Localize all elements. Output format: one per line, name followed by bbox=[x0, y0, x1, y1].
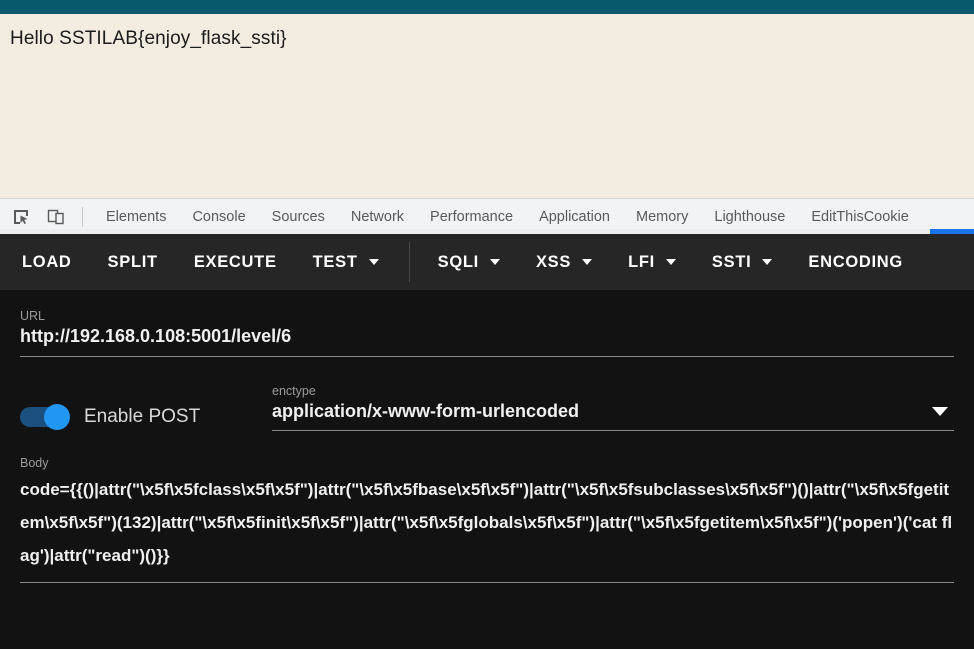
menu-item-label: LOAD bbox=[22, 252, 72, 271]
url-field[interactable]: URL http://192.168.0.108:5001/level/6 bbox=[20, 309, 954, 357]
menu-item-label: SQLI bbox=[437, 252, 479, 271]
menu-item-lfi[interactable]: LFI bbox=[628, 234, 676, 290]
menu-item-sqli[interactable]: SQLI bbox=[438, 234, 500, 290]
menu-item-label: SSTI bbox=[711, 252, 752, 271]
menu-item-execute[interactable]: EXECUTE bbox=[194, 234, 277, 290]
menu-item-label: SPLIT bbox=[107, 252, 158, 271]
menu-item-test[interactable]: TEST bbox=[313, 234, 379, 290]
device-toolbar-icon[interactable] bbox=[42, 203, 70, 231]
chevron-down-icon bbox=[368, 259, 379, 265]
extension-form: URL http://192.168.0.108:5001/level/6 En… bbox=[0, 309, 974, 583]
body-label: Body bbox=[20, 456, 49, 470]
body-textarea[interactable]: code={{()|attr("\x5f\x5fclass\x5f\x5f")|… bbox=[20, 473, 954, 572]
menu-item-split[interactable]: SPLIT bbox=[108, 234, 158, 290]
menu-item-label: TEST bbox=[312, 252, 358, 271]
url-label: URL bbox=[20, 309, 46, 323]
enctype-label: enctype bbox=[272, 384, 316, 398]
chevron-down-icon bbox=[762, 259, 773, 265]
enctype-field[interactable]: enctype application/x-www-form-urlencode… bbox=[272, 384, 954, 431]
page-accent-bar bbox=[0, 0, 974, 14]
browser-page-viewport: Hello SSTILAB{enjoy_flask_ssti} bbox=[0, 0, 974, 198]
toggle-knob bbox=[44, 404, 70, 430]
chevron-down-icon bbox=[582, 259, 593, 265]
enctype-select-value[interactable]: application/x-www-form-urlencoded bbox=[272, 401, 954, 422]
menu-item-label: EXECUTE bbox=[193, 252, 277, 271]
page-body-text: Hello SSTILAB{enjoy_flask_ssti} bbox=[10, 28, 287, 49]
menu-item-encoding[interactable]: ENCODING bbox=[808, 234, 903, 290]
chevron-down-icon bbox=[665, 259, 676, 265]
menu-item-label: ENCODING bbox=[808, 252, 903, 271]
devtools-tabbar: Elements Console Sources Network Perform… bbox=[0, 198, 974, 234]
chevron-down-icon[interactable] bbox=[932, 407, 948, 416]
post-and-enctype-row: Enable POST enctype application/x-www-fo… bbox=[20, 384, 954, 431]
menu-item-xss[interactable]: XSS bbox=[535, 234, 593, 290]
body-field[interactable]: Body code={{()|attr("\x5f\x5fclass\x5f\x… bbox=[20, 456, 954, 583]
menu-item-label: XSS bbox=[535, 252, 572, 271]
chevron-down-icon bbox=[489, 259, 500, 265]
inspect-element-icon[interactable] bbox=[7, 203, 35, 231]
menu-item-ssti[interactable]: SSTI bbox=[711, 234, 773, 290]
menubar-divider bbox=[408, 242, 410, 282]
toolbar-divider bbox=[82, 206, 83, 227]
enable-post-toggle[interactable] bbox=[20, 404, 70, 430]
extension-panel: LOAD SPLIT EXECUTE TEST SQLI XSS LFI SST… bbox=[0, 234, 974, 649]
enable-post-control[interactable]: Enable POST bbox=[20, 384, 272, 430]
extension-menubar: LOAD SPLIT EXECUTE TEST SQLI XSS LFI SST… bbox=[0, 234, 974, 290]
enable-post-label: Enable POST bbox=[84, 406, 201, 427]
menu-item-label: LFI bbox=[628, 252, 655, 271]
menu-item-load[interactable]: LOAD bbox=[22, 234, 72, 290]
url-input[interactable]: http://192.168.0.108:5001/level/6 bbox=[20, 326, 954, 347]
